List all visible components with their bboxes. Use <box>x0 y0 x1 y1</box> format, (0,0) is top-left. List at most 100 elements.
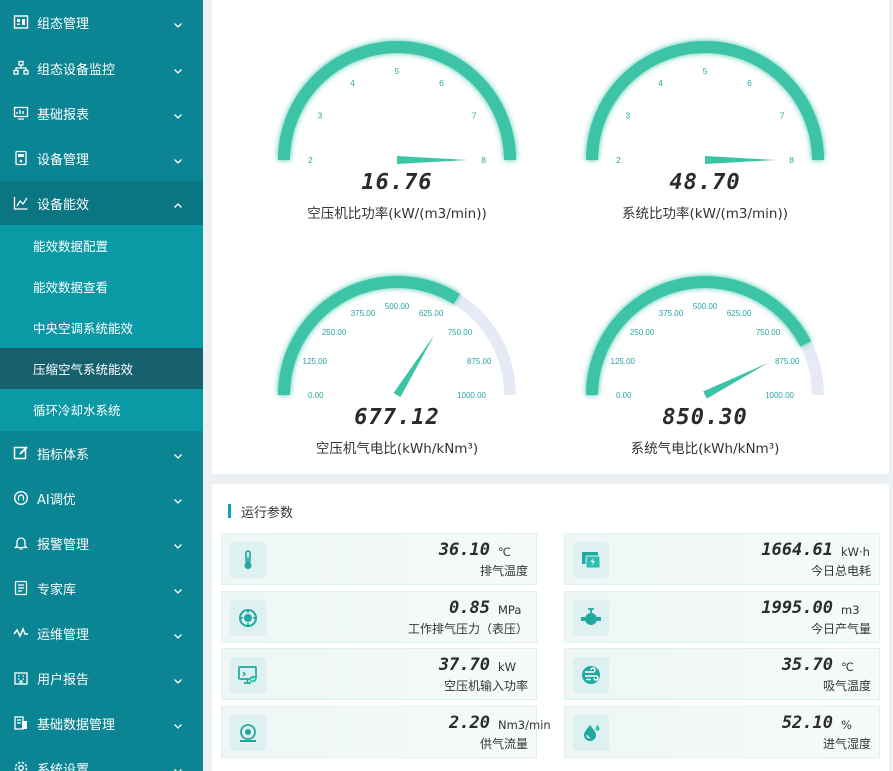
section-title: 运行参数 <box>228 503 294 521</box>
sidebar-item-5[interactable]: 指标体系 <box>0 431 203 475</box>
sidebar-item-3[interactable]: 设备管理 <box>0 136 203 180</box>
submenu-item-1[interactable]: 能效数据查看 <box>0 266 203 307</box>
gauge-label: 系统比功率(kW/(m3/min)) <box>621 206 789 222</box>
monitor-power-icon <box>230 657 266 693</box>
section-title-text: 运行参数 <box>241 505 294 521</box>
chevron-up-icon <box>172 197 184 209</box>
ai-icon <box>12 489 30 507</box>
sidebar-item-8[interactable]: 专家库 <box>0 566 203 610</box>
param-card: 1664.61 kW·h 今日总电耗 <box>564 533 880 585</box>
gauge-value: 48.70 <box>669 170 741 195</box>
param-value: 1664.61 <box>761 540 833 560</box>
sitemap-icon <box>12 59 30 77</box>
sidebar-item-7[interactable]: 报警管理 <box>0 521 203 565</box>
param-label: 吸气温度 <box>822 679 871 693</box>
sidebar-item-12[interactable]: 系统设置 <box>0 746 203 771</box>
sidebar-item-9[interactable]: 运维管理 <box>0 611 203 655</box>
gauge-label: 空压机比功率(kW/(m3/min)) <box>307 206 487 222</box>
sidebar-item-1[interactable]: 组态设备监控 <box>0 46 203 90</box>
param-label: 今日总电耗 <box>810 564 871 578</box>
device-icon <box>12 149 30 167</box>
gauges-panel <box>212 0 889 474</box>
chevron-down-icon <box>172 717 184 729</box>
param-value: 2.20 <box>449 712 490 733</box>
sidebar-item-label: 专家库 <box>37 582 77 598</box>
param-label: 进气湿度 <box>822 736 871 751</box>
sidebar-item-label: 设备能效 <box>37 197 90 213</box>
param-label: 空压机输入功率 <box>443 679 528 693</box>
chevron-down-icon <box>172 762 184 771</box>
chevron-down-icon <box>172 582 184 594</box>
submenu-item-3[interactable]: 压缩空气系统能效 <box>0 348 203 389</box>
sidebar-item-2[interactable]: 基础报表 <box>0 91 203 135</box>
layout-icon <box>12 13 30 31</box>
submenu-item-label: 能效数据查看 <box>33 280 109 295</box>
param-card: 37.70 kW 空压机输入功率 <box>221 648 537 700</box>
flow-meter-icon <box>230 714 266 751</box>
chevron-down-icon <box>172 492 184 504</box>
sidebar-item-label: 用户报告 <box>37 672 90 688</box>
submenu-item-0[interactable]: 能效数据配置 <box>0 225 203 266</box>
gear-icon <box>12 759 30 771</box>
section-marker <box>228 504 231 518</box>
sidebar-item-label: 组态管理 <box>37 16 90 32</box>
param-card: 1995.00 m3 今日产气量 <box>564 590 880 643</box>
submenu-item-label: 循环冷却水系统 <box>33 403 121 418</box>
param-unit: kW·h <box>841 545 870 559</box>
gauge-label: 空压机气电比(kWh/kNm³) <box>315 441 479 457</box>
edit-icon <box>12 444 30 462</box>
param-card: 0.85 MPa 工作排气压力（表压） <box>221 590 537 643</box>
sidebar-item-label: 组态设备监控 <box>37 62 116 78</box>
chevron-down-icon <box>172 16 184 28</box>
param-label: 供气流量 <box>479 736 528 751</box>
param-unit: m3 <box>841 602 860 617</box>
param-label: 排气温度 <box>479 564 528 578</box>
sidebar-item-11[interactable]: 基础数据管理 <box>0 701 203 745</box>
submenu: 能效数据配置 能效数据查看中央空调系统能效压缩空气系统能效循环冷却水系统 <box>0 225 203 431</box>
submenu-item-label: 能效数据配置 <box>33 239 109 254</box>
sidebar-item-label: 基础报表 <box>37 107 90 123</box>
report-icon <box>12 104 30 122</box>
power-icon <box>573 542 609 578</box>
submenu-item-label: 中央空调系统能效 <box>33 321 134 336</box>
chevron-down-icon <box>172 62 184 74</box>
sidebar: 组态管理组态设备监控 基础报表设备管理设备能效能效数据配置 能效数据查看中央空调系统… <box>0 0 203 771</box>
chevron-down-icon <box>172 447 184 459</box>
chevron-down-icon <box>172 152 184 164</box>
book-icon <box>12 579 30 597</box>
sidebar-item-label: 系统设置 <box>37 762 90 771</box>
param-value: 52.10 <box>781 712 833 733</box>
param-unit: % <box>841 717 852 732</box>
thermometer-icon <box>230 542 266 578</box>
sidebar-item-label: 运维管理 <box>37 627 90 643</box>
gauge-value: 677.12 <box>354 405 440 430</box>
param-card: 52.10% 进气湿度 <box>564 705 880 758</box>
valve-icon <box>573 599 609 636</box>
param-unit: Nm3/min <box>498 717 551 732</box>
sidebar-item-label: 指标体系 <box>37 447 90 463</box>
sidebar-item-label: 设备管理 <box>37 152 90 168</box>
sidebar-item-10[interactable]: 用户报告 <box>0 656 203 700</box>
chart-line-icon <box>12 194 30 212</box>
chevron-down-icon <box>172 672 184 684</box>
sidebar-item-0[interactable]: 组态管理 <box>0 0 203 44</box>
sidebar-item-label: AI调优 <box>37 492 76 508</box>
chevron-down-icon <box>172 107 184 119</box>
pulse-icon <box>12 624 30 642</box>
param-card: 35.70 ℃ 吸气温度 <box>564 648 880 700</box>
sidebar-item-4[interactable]: 设备能效 <box>0 181 203 225</box>
param-value: 0.85 <box>449 597 490 618</box>
submenu-item-4[interactable]: 循环冷却水系统 <box>0 389 203 430</box>
param-label: 工作排气压力（表压） <box>407 621 528 636</box>
param-unit: ℃ <box>841 660 854 674</box>
sidebar-item-6[interactable]: AI调优 <box>0 476 203 520</box>
param-value: 36.10 <box>438 540 490 560</box>
sidebar-item-label: 报警管理 <box>37 537 90 553</box>
chevron-down-icon <box>172 537 184 549</box>
bell-icon <box>12 534 30 552</box>
building-icon <box>12 669 30 687</box>
submenu-item-2[interactable]: 中央空调系统能效 <box>0 307 203 348</box>
pressure-icon <box>230 599 266 636</box>
param-value: 37.70 <box>438 655 490 675</box>
param-unit: ℃ <box>498 545 511 559</box>
